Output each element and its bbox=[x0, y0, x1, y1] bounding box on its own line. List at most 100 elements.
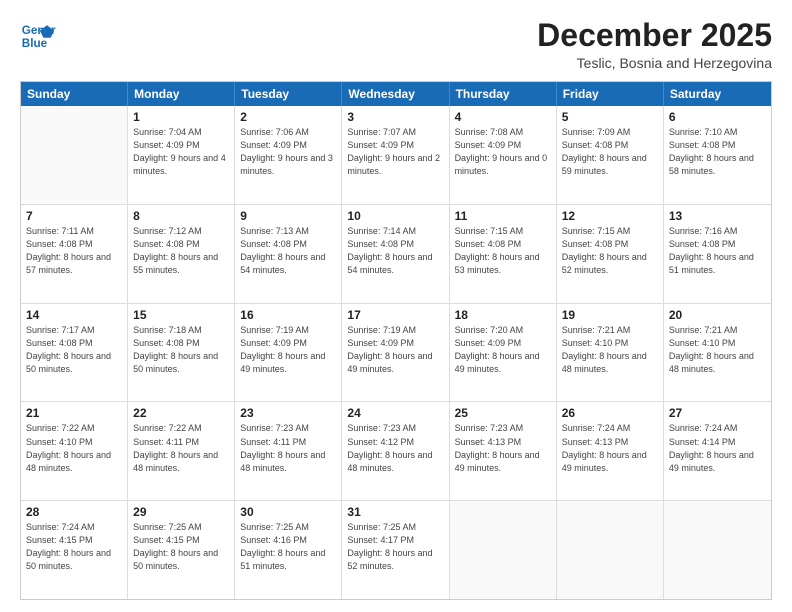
title-section: December 2025 Teslic, Bosnia and Herzego… bbox=[537, 18, 772, 71]
calendar-week-2: 7 Sunrise: 7:11 AMSunset: 4:08 PMDaylight… bbox=[21, 205, 771, 304]
header-day-saturday: Saturday bbox=[664, 82, 771, 106]
calendar-week-5: 28 Sunrise: 7:24 AMSunset: 4:15 PMDayligh… bbox=[21, 501, 771, 599]
logo: General Blue bbox=[20, 18, 56, 54]
cell-day-number: 12 bbox=[562, 209, 658, 223]
cell-info: Sunrise: 7:12 AMSunset: 4:08 PMDaylight:… bbox=[133, 225, 229, 277]
cell-info: Sunrise: 7:24 AMSunset: 4:15 PMDaylight:… bbox=[26, 521, 122, 573]
cell-info: Sunrise: 7:20 AMSunset: 4:09 PMDaylight:… bbox=[455, 324, 551, 376]
calendar-cell: 23 Sunrise: 7:23 AMSunset: 4:11 PMDayligh… bbox=[235, 402, 342, 500]
cell-day-number: 5 bbox=[562, 110, 658, 124]
cell-day-number: 13 bbox=[669, 209, 766, 223]
cell-info: Sunrise: 7:25 AMSunset: 4:16 PMDaylight:… bbox=[240, 521, 336, 573]
subtitle: Teslic, Bosnia and Herzegovina bbox=[537, 55, 772, 71]
cell-day-number: 4 bbox=[455, 110, 551, 124]
cell-day-number: 28 bbox=[26, 505, 122, 519]
calendar-cell: 15 Sunrise: 7:18 AMSunset: 4:08 PMDayligh… bbox=[128, 304, 235, 402]
cell-info: Sunrise: 7:23 AMSunset: 4:12 PMDaylight:… bbox=[347, 422, 443, 474]
header-day-monday: Monday bbox=[128, 82, 235, 106]
main-title: December 2025 bbox=[537, 18, 772, 53]
cell-day-number: 9 bbox=[240, 209, 336, 223]
header-day-thursday: Thursday bbox=[450, 82, 557, 106]
calendar-cell: 22 Sunrise: 7:22 AMSunset: 4:11 PMDayligh… bbox=[128, 402, 235, 500]
cell-day-number: 11 bbox=[455, 209, 551, 223]
calendar-cell: 24Sunrise: 7:23 AMSunset: 4:12 PMDayligh… bbox=[342, 402, 449, 500]
header-day-tuesday: Tuesday bbox=[235, 82, 342, 106]
cell-day-number: 30 bbox=[240, 505, 336, 519]
cell-info: Sunrise: 7:21 AMSunset: 4:10 PMDaylight:… bbox=[562, 324, 658, 376]
cell-day-number: 10 bbox=[347, 209, 443, 223]
header-day-sunday: Sunday bbox=[21, 82, 128, 106]
calendar: SundayMondayTuesdayWednesdayThursdayFrid… bbox=[20, 81, 772, 600]
calendar-cell: 10 Sunrise: 7:14 AMSunset: 4:08 PMDayligh… bbox=[342, 205, 449, 303]
cell-day-number: 15 bbox=[133, 308, 229, 322]
calendar-cell: 29 Sunrise: 7:25 AMSunset: 4:15 PMDayligh… bbox=[128, 501, 235, 599]
calendar-cell: 1Sunrise: 7:04 AMSunset: 4:09 PMDaylight… bbox=[128, 106, 235, 204]
cell-info: Sunrise: 7:09 AMSunset: 4:08 PMDaylight:… bbox=[562, 126, 658, 178]
calendar-cell: 5 Sunrise: 7:09 AMSunset: 4:08 PMDaylight… bbox=[557, 106, 664, 204]
cell-info: Sunrise: 7:19 AMSunset: 4:09 PMDaylight:… bbox=[240, 324, 336, 376]
header-day-friday: Friday bbox=[557, 82, 664, 106]
cell-day-number: 21 bbox=[26, 406, 122, 420]
page: General Blue December 2025 Teslic, Bosni… bbox=[0, 0, 792, 612]
cell-day-number: 23 bbox=[240, 406, 336, 420]
cell-day-number: 18 bbox=[455, 308, 551, 322]
logo-icon: General Blue bbox=[20, 18, 56, 54]
calendar-cell: 7 Sunrise: 7:11 AMSunset: 4:08 PMDaylight… bbox=[21, 205, 128, 303]
calendar-cell: 28 Sunrise: 7:24 AMSunset: 4:15 PMDayligh… bbox=[21, 501, 128, 599]
calendar-week-4: 21 Sunrise: 7:22 AMSunset: 4:10 PMDayligh… bbox=[21, 402, 771, 501]
cell-info: Sunrise: 7:24 AMSunset: 4:14 PMDaylight:… bbox=[669, 422, 766, 474]
calendar-body: 1Sunrise: 7:04 AMSunset: 4:09 PMDaylight… bbox=[21, 106, 771, 599]
cell-info: Sunrise: 7:13 AMSunset: 4:08 PMDaylight:… bbox=[240, 225, 336, 277]
calendar-cell: 11 Sunrise: 7:15 AMSunset: 4:08 PMDayligh… bbox=[450, 205, 557, 303]
cell-info: Sunrise: 7:04 AMSunset: 4:09 PMDaylight:… bbox=[133, 126, 229, 178]
cell-info: Sunrise: 7:08 AMSunset: 4:09 PMDaylight:… bbox=[455, 126, 551, 178]
calendar-cell bbox=[557, 501, 664, 599]
calendar-cell: 18 Sunrise: 7:20 AMSunset: 4:09 PMDayligh… bbox=[450, 304, 557, 402]
calendar-header: SundayMondayTuesdayWednesdayThursdayFrid… bbox=[21, 82, 771, 106]
cell-info: Sunrise: 7:22 AMSunset: 4:10 PMDaylight:… bbox=[26, 422, 122, 474]
calendar-cell: 17 Sunrise: 7:19 AMSunset: 4:09 PMDayligh… bbox=[342, 304, 449, 402]
cell-info: Sunrise: 7:15 AMSunset: 4:08 PMDaylight:… bbox=[455, 225, 551, 277]
cell-day-number: 19 bbox=[562, 308, 658, 322]
cell-info: Sunrise: 7:19 AMSunset: 4:09 PMDaylight:… bbox=[347, 324, 443, 376]
calendar-cell: 21 Sunrise: 7:22 AMSunset: 4:10 PMDayligh… bbox=[21, 402, 128, 500]
calendar-cell: 19 Sunrise: 7:21 AMSunset: 4:10 PMDayligh… bbox=[557, 304, 664, 402]
calendar-cell: 6 Sunrise: 7:10 AMSunset: 4:08 PMDaylight… bbox=[664, 106, 771, 204]
cell-info: Sunrise: 7:21 AMSunset: 4:10 PMDaylight:… bbox=[669, 324, 766, 376]
cell-info: Sunrise: 7:25 AMSunset: 4:15 PMDaylight:… bbox=[133, 521, 229, 573]
cell-day-number: 14 bbox=[26, 308, 122, 322]
calendar-cell: 8 Sunrise: 7:12 AMSunset: 4:08 PMDaylight… bbox=[128, 205, 235, 303]
cell-day-number: 2 bbox=[240, 110, 336, 124]
calendar-cell bbox=[21, 106, 128, 204]
cell-day-number: 29 bbox=[133, 505, 229, 519]
cell-info: Sunrise: 7:10 AMSunset: 4:08 PMDaylight:… bbox=[669, 126, 766, 178]
calendar-cell: 20Sunrise: 7:21 AMSunset: 4:10 PMDayligh… bbox=[664, 304, 771, 402]
calendar-cell bbox=[664, 501, 771, 599]
cell-day-number: 7 bbox=[26, 209, 122, 223]
cell-day-number: 8 bbox=[133, 209, 229, 223]
cell-info: Sunrise: 7:25 AMSunset: 4:17 PMDaylight:… bbox=[347, 521, 443, 573]
cell-info: Sunrise: 7:17 AMSunset: 4:08 PMDaylight:… bbox=[26, 324, 122, 376]
cell-info: Sunrise: 7:14 AMSunset: 4:08 PMDaylight:… bbox=[347, 225, 443, 277]
cell-info: Sunrise: 7:24 AMSunset: 4:13 PMDaylight:… bbox=[562, 422, 658, 474]
calendar-cell: 30 Sunrise: 7:25 AMSunset: 4:16 PMDayligh… bbox=[235, 501, 342, 599]
cell-day-number: 27 bbox=[669, 406, 766, 420]
cell-day-number: 16 bbox=[240, 308, 336, 322]
calendar-cell: 26Sunrise: 7:24 AMSunset: 4:13 PMDayligh… bbox=[557, 402, 664, 500]
cell-info: Sunrise: 7:23 AMSunset: 4:11 PMDaylight:… bbox=[240, 422, 336, 474]
header-day-wednesday: Wednesday bbox=[342, 82, 449, 106]
calendar-cell: 31Sunrise: 7:25 AMSunset: 4:17 PMDayligh… bbox=[342, 501, 449, 599]
cell-info: Sunrise: 7:18 AMSunset: 4:08 PMDaylight:… bbox=[133, 324, 229, 376]
calendar-cell: 9 Sunrise: 7:13 AMSunset: 4:08 PMDaylight… bbox=[235, 205, 342, 303]
cell-day-number: 17 bbox=[347, 308, 443, 322]
calendar-cell: 16 Sunrise: 7:19 AMSunset: 4:09 PMDayligh… bbox=[235, 304, 342, 402]
cell-day-number: 3 bbox=[347, 110, 443, 124]
calendar-cell bbox=[450, 501, 557, 599]
cell-info: Sunrise: 7:11 AMSunset: 4:08 PMDaylight:… bbox=[26, 225, 122, 277]
cell-info: Sunrise: 7:07 AMSunset: 4:09 PMDaylight:… bbox=[347, 126, 443, 178]
cell-day-number: 6 bbox=[669, 110, 766, 124]
calendar-cell: 13Sunrise: 7:16 AMSunset: 4:08 PMDayligh… bbox=[664, 205, 771, 303]
calendar-week-1: 1Sunrise: 7:04 AMSunset: 4:09 PMDaylight… bbox=[21, 106, 771, 205]
cell-info: Sunrise: 7:22 AMSunset: 4:11 PMDaylight:… bbox=[133, 422, 229, 474]
cell-day-number: 22 bbox=[133, 406, 229, 420]
